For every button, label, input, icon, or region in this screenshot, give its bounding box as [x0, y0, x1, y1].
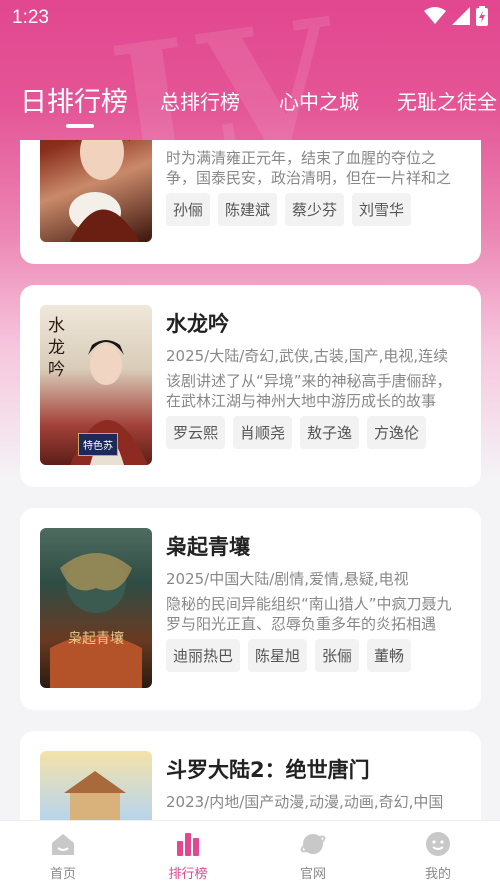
tab-city-in-heart[interactable]: 心中之城 — [279, 86, 359, 115]
nav-ranking-label: 排行榜 — [168, 867, 208, 882]
poster-image — [40, 751, 152, 820]
cast-tag[interactable]: 陈星旭 — [248, 639, 308, 672]
poster-image: 枭起青壤 — [40, 528, 152, 688]
category-tabs: 日排行榜 总排行榜 心中之城 无耻之徒全 — [0, 78, 500, 130]
item-meta: 2023/内地/国产动漫,动漫,动画,奇幻,中国 — [166, 793, 444, 811]
battery-icon — [476, 6, 488, 26]
nav-home[interactable]: 首页 — [13, 831, 113, 882]
item-description: 时为满清雍正元年，结束了血腥的夺位之争，国泰民安，政治清明，但在一片祥和之下 — [166, 149, 452, 187]
list-item[interactable]: 水龙吟 特色苏 水龙吟 2025/大陆/奇幻,武侠,古装,国产,电视,连续 该剧… — [20, 285, 481, 487]
planet-icon — [300, 834, 326, 854]
nav-ranking[interactable]: 排行榜 — [138, 831, 238, 882]
tab-daily-ranking[interactable]: 日排行榜 — [20, 80, 128, 119]
item-meta: 2025/大陆/奇幻,武侠,古装,国产,电视,连续 — [166, 347, 449, 365]
ranking-list: 传 时为满清雍正元年，结束了血腥的夺位之争，国泰民安，政治清明，但在一片祥和之下… — [0, 140, 500, 820]
item-title: 枭起青壤 — [166, 535, 250, 559]
item-description: 该剧讲述了从“异境”来的神秘高手唐俪辞，在武林江湖与神州大地中游历成长的故事 — [166, 372, 452, 410]
poster-badge: 特色苏 — [78, 433, 118, 456]
poster-title-text: 枭起青壤 — [68, 631, 124, 647]
cast-tag[interactable]: 蔡少芬 — [285, 193, 345, 226]
status-bar: 1:23 — [0, 0, 500, 36]
tab-shameless[interactable]: 无耻之徒全 — [397, 86, 497, 115]
cast-tag[interactable]: 陈建斌 — [218, 193, 278, 226]
bottom-navigation: 首页 排行榜 官网 我的 — [0, 820, 500, 890]
poster-image: 水龙吟 特色苏 — [40, 305, 152, 465]
cast-tag[interactable]: 敖子逸 — [300, 416, 360, 449]
item-meta: 2025/中国大陆/剧情,爱情,悬疑,电视 — [166, 570, 409, 588]
cast-tag[interactable]: 肖顺尧 — [233, 416, 293, 449]
cast-tag[interactable]: 罗云熙 — [166, 416, 226, 449]
item-description: 隐秘的民间异能组织“南山猎人”中疯刀聂九罗与阳光正直、忍辱负重多年的炎拓相遇 — [166, 595, 452, 633]
poster-title-text: 水龙吟 — [48, 316, 65, 380]
cast-tag[interactable]: 方逸伦 — [367, 416, 427, 449]
nav-website[interactable]: 官网 — [263, 831, 363, 882]
tab-indicator — [66, 124, 94, 128]
nav-home-label: 首页 — [49, 867, 76, 882]
list-item[interactable]: 枭起青壤 枭起青壤 2025/中国大陆/剧情,爱情,悬疑,电视 隐秘的民间异能组… — [20, 508, 481, 710]
wifi-icon — [424, 7, 446, 24]
list-item[interactable]: 传 时为满清雍正元年，结束了血腥的夺位之争，国泰民安，政治清明，但在一片祥和之下… — [20, 140, 481, 264]
face-icon — [426, 832, 450, 856]
nav-mine-label: 我的 — [424, 867, 451, 882]
poster-image: 传 — [40, 140, 152, 242]
cast-tag[interactable]: 刘雪华 — [352, 193, 412, 226]
chart-icon — [177, 833, 199, 856]
cast-tag[interactable]: 张俪 — [315, 639, 360, 672]
item-title: 斗罗大陆2：绝世唐门 — [166, 758, 370, 782]
item-title: 水龙吟 — [166, 312, 229, 336]
nav-website-label: 官网 — [299, 867, 326, 882]
nav-mine[interactable]: 我的 — [388, 831, 488, 882]
status-time: 1:23 — [12, 7, 49, 28]
tab-total-ranking[interactable]: 总排行榜 — [160, 86, 240, 115]
cast-tag[interactable]: 董畅 — [367, 639, 412, 672]
list-item[interactable]: 斗罗大陆2：绝世唐门 2023/内地/国产动漫,动漫,动画,奇幻,中国 — [20, 731, 481, 820]
home-icon — [52, 834, 74, 855]
signal-icon — [452, 7, 470, 25]
cast-tag[interactable]: 迪丽热巴 — [166, 639, 241, 672]
cast-tag[interactable]: 孙俪 — [166, 193, 211, 226]
